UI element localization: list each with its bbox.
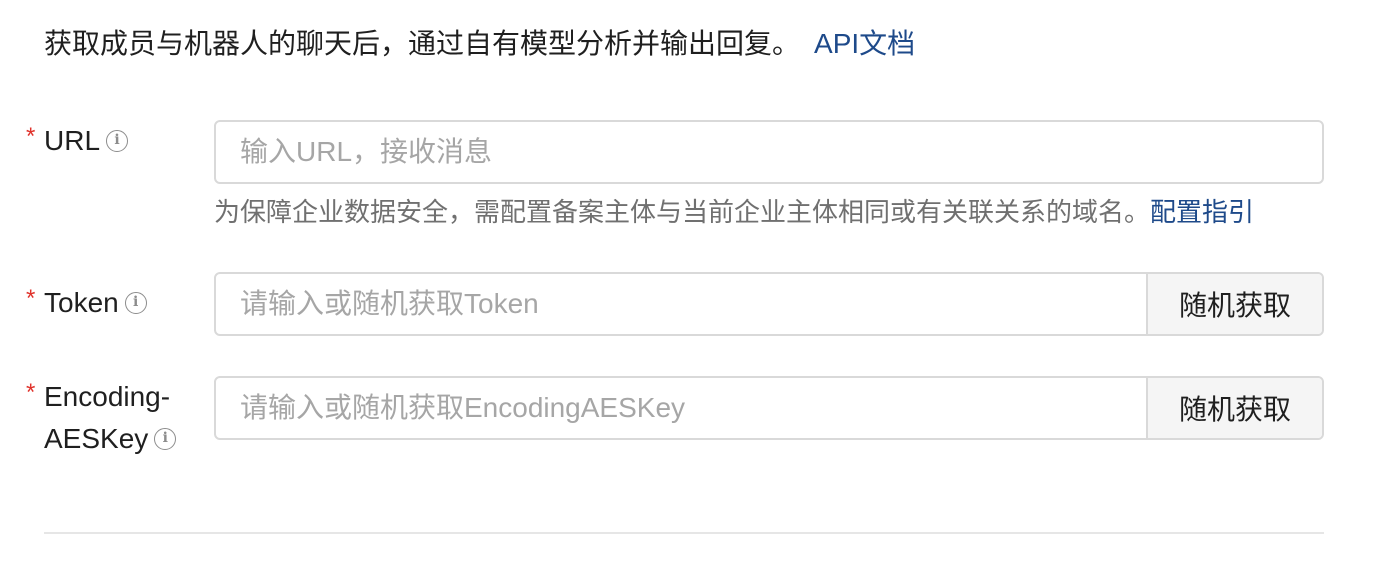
required-mark: * (26, 123, 36, 150)
config-guide-link[interactable]: 配置指引 (1150, 197, 1254, 227)
required-mark: * (26, 379, 36, 406)
url-field (214, 120, 1324, 184)
url-label-text: URL (44, 125, 101, 156)
info-circle-icon[interactable]: i (154, 427, 177, 450)
aeskey-label: * Encoding- AESKey i (26, 376, 177, 460)
aeskey-label-line2: AESKey (44, 423, 149, 454)
token-random-button[interactable]: 随机获取 (1146, 274, 1322, 334)
url-label: * URL i (26, 120, 129, 162)
url-hint: 为保障企业数据安全，需配置备案主体与当前企业主体相同或有关联关系的域名。配置指引 (214, 194, 1254, 230)
token-label-text: Token (44, 287, 119, 318)
info-circle-icon[interactable]: i (106, 129, 129, 152)
section-divider (44, 532, 1324, 534)
description-text: 获取成员与机器人的聊天后，通过自有模型分析并输出回复。 (44, 28, 801, 59)
api-doc-link[interactable]: API文档 (814, 28, 915, 59)
aeskey-label-line1: Encoding- (44, 381, 171, 412)
info-circle-icon[interactable]: i (124, 291, 147, 314)
aeskey-field: 随机获取 (214, 376, 1324, 440)
token-label: * Token i (26, 282, 147, 324)
url-input[interactable] (216, 122, 1322, 182)
description: 获取成员与机器人的聊天后，通过自有模型分析并输出回复。 API文档 (44, 26, 915, 62)
url-hint-text: 为保障企业数据安全，需配置备案主体与当前企业主体相同或有关联关系的域名。 (214, 197, 1151, 227)
token-input[interactable] (216, 274, 1146, 334)
token-field: 随机获取 (214, 272, 1324, 336)
aeskey-input[interactable] (216, 378, 1146, 438)
aeskey-random-button[interactable]: 随机获取 (1146, 378, 1322, 438)
required-mark: * (26, 285, 36, 312)
